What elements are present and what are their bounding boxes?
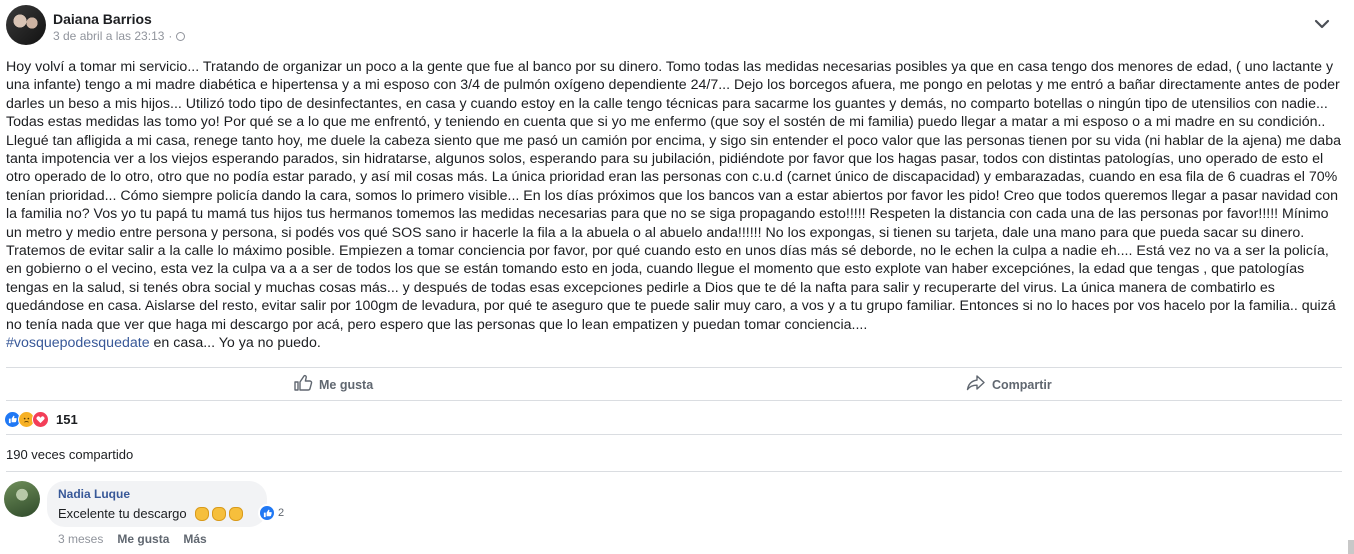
comment-more-link[interactable]: Más xyxy=(183,532,206,546)
divider xyxy=(6,434,1342,435)
post-timestamp[interactable]: 3 de abril a las 23:13 xyxy=(53,29,164,43)
comment-like-link[interactable]: Me gusta xyxy=(117,532,169,546)
divider xyxy=(6,367,1342,368)
comment-age[interactable]: 3 meses xyxy=(58,532,103,546)
share-icon xyxy=(966,374,986,395)
comment-body: Excelente tu descargo xyxy=(58,506,187,521)
divider xyxy=(6,400,1342,401)
share-label: Compartir xyxy=(992,377,1052,392)
more-options-icon[interactable] xyxy=(1312,14,1332,34)
commenter-avatar[interactable] xyxy=(4,481,40,517)
comment-actions: 3 meses Me gusta Más xyxy=(58,532,207,546)
post-meta: 3 de abril a las 23:13 · xyxy=(53,29,186,43)
comment-reaction-count: 2 xyxy=(278,507,285,519)
divider xyxy=(6,471,1342,472)
clapping-hands-icon xyxy=(228,506,243,521)
reaction-summary[interactable]: 151 xyxy=(4,411,78,428)
author-avatar[interactable] xyxy=(6,5,46,45)
like-button[interactable]: Me gusta xyxy=(293,374,373,395)
commenter-name[interactable]: Nadia Luque xyxy=(58,487,130,501)
globe-icon xyxy=(176,31,186,41)
share-count[interactable]: 190 veces compartido xyxy=(6,447,133,462)
author-name[interactable]: Daiana Barrios xyxy=(53,11,152,27)
meta-separator: · xyxy=(168,29,173,43)
share-button[interactable]: Compartir xyxy=(966,374,1052,395)
clapping-hands-icon xyxy=(194,506,209,521)
comment-reaction-badge[interactable]: 2 xyxy=(258,504,289,522)
thumbs-up-icon xyxy=(293,374,313,395)
clapping-hands-icon xyxy=(211,506,226,521)
post-text-tail: en casa... Yo ya no puedo. xyxy=(149,335,321,352)
post-text: Hoy volví a tomar mi servicio... Tratand… xyxy=(6,59,1341,333)
facebook-post: Daiana Barrios 3 de abril a las 23:13 · … xyxy=(0,0,1354,554)
scrollbar[interactable] xyxy=(1348,540,1354,554)
hashtag-link[interactable]: #vosquepodesquedate xyxy=(6,335,150,351)
like-reaction-icon xyxy=(259,505,275,521)
post-body: Hoy volví a tomar mi servicio... Tratand… xyxy=(6,58,1346,353)
like-label: Me gusta xyxy=(319,377,374,392)
love-reaction-icon xyxy=(32,411,49,428)
reaction-count: 151 xyxy=(56,412,78,427)
comment-text: Excelente tu descargo xyxy=(58,506,243,521)
